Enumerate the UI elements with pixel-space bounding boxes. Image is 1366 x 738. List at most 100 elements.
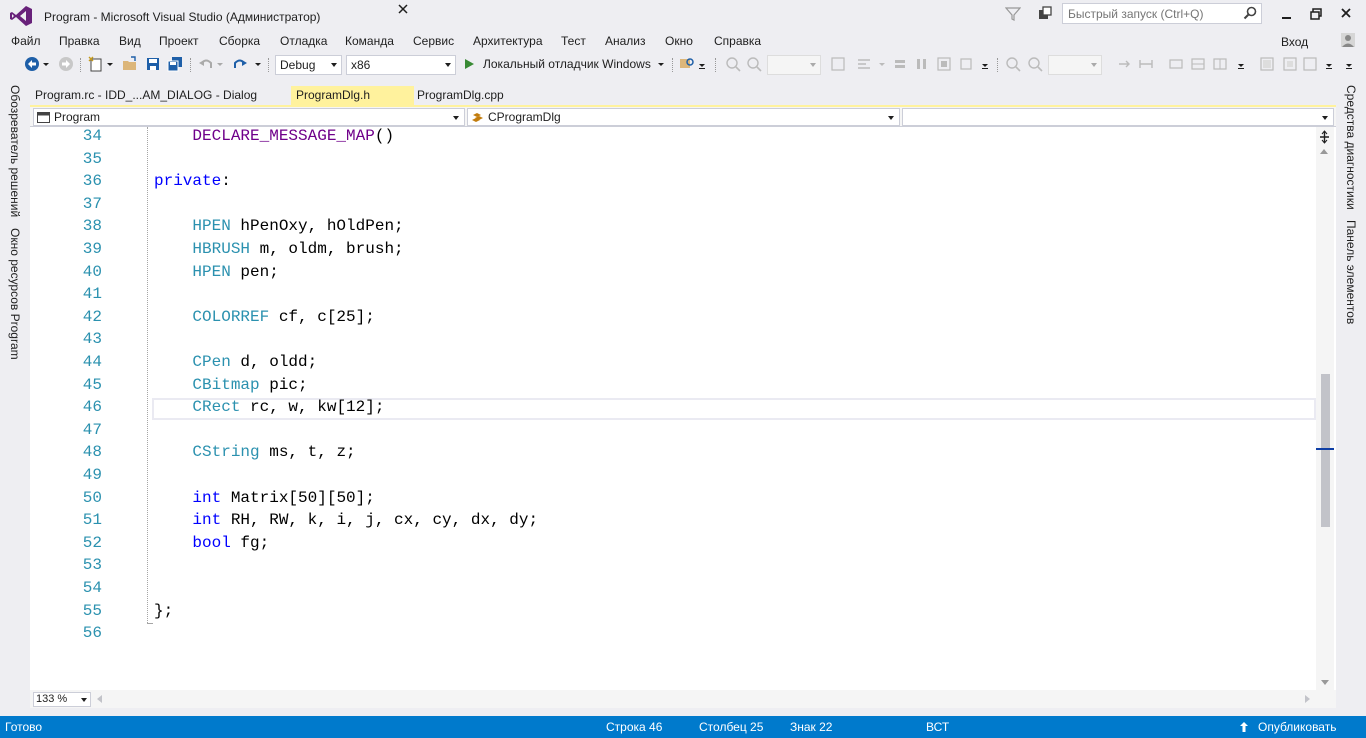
new-project-icon[interactable] — [88, 56, 104, 72]
minimize-button[interactable] — [1273, 4, 1299, 24]
code-line[interactable]: 56 — [30, 624, 1320, 646]
menu-file[interactable]: Файл — [11, 34, 41, 48]
align-tops-icon[interactable] — [1282, 56, 1298, 72]
code-line[interactable]: 35 — [30, 150, 1320, 172]
scope-select[interactable]: CProgramDlg — [467, 108, 900, 126]
tab-order-icon[interactable] — [1212, 56, 1228, 72]
feedback-filter-icon[interactable] — [1005, 6, 1021, 22]
code-line[interactable]: 49 — [30, 466, 1320, 488]
layout-icon[interactable] — [830, 56, 846, 72]
diagnostic-tools-tab[interactable]: Средства диагностики — [1344, 85, 1358, 210]
code-line[interactable]: 50 int Matrix[50][50]; — [30, 489, 1320, 511]
menu-test[interactable]: Тест — [561, 34, 586, 48]
project-select[interactable]: Program — [33, 108, 465, 126]
scroll-left-arrow-icon[interactable] — [97, 695, 102, 703]
make-same-size-icon[interactable] — [936, 56, 952, 72]
code-line[interactable]: 44 CPen d, oldd; — [30, 353, 1320, 375]
toolbar-overflow-icon[interactable] — [697, 56, 707, 72]
save-icon[interactable] — [145, 56, 161, 72]
find-in-files-icon[interactable] — [679, 56, 695, 72]
size-to-content-icon[interactable] — [958, 56, 974, 72]
horizontal-scrollbar[interactable] — [30, 690, 1336, 708]
toolbox-tab[interactable]: Панель элементов — [1344, 220, 1358, 324]
resize-icon[interactable] — [1138, 56, 1154, 72]
align-icon[interactable] — [856, 56, 872, 72]
code-line[interactable]: 39 HBRUSH m, oldm, brush; — [30, 240, 1320, 262]
scroll-up-arrow-icon[interactable] — [1320, 149, 1328, 154]
code-line[interactable]: 55}; — [30, 602, 1320, 624]
toolbar-overflow-icon[interactable] — [980, 56, 990, 72]
zoom-select[interactable]: 133 % — [33, 692, 91, 707]
publish-arrow-icon[interactable] — [1238, 721, 1250, 733]
navigate-back-icon[interactable] — [24, 56, 40, 72]
make-same-width-icon[interactable] — [892, 56, 908, 72]
align-lefts-icon[interactable] — [1259, 56, 1275, 72]
resource-view-tab[interactable]: Окно ресурсов Program — [8, 228, 22, 360]
zoom-out-icon[interactable] — [1027, 56, 1043, 72]
code-line[interactable]: 47 — [30, 421, 1320, 443]
start-debugging-icon[interactable] — [463, 56, 475, 72]
redo-icon[interactable] — [232, 56, 248, 72]
navigate-forward-icon[interactable] — [58, 56, 74, 72]
align-rights-icon[interactable] — [1302, 56, 1318, 72]
toolbar-overflow-icon[interactable] — [1344, 56, 1354, 72]
menu-help[interactable]: Справка — [714, 34, 761, 48]
restore-button[interactable] — [1303, 4, 1329, 24]
zoom-level-select[interactable] — [767, 55, 821, 75]
code-line[interactable]: 36 private: — [30, 172, 1320, 194]
code-line[interactable]: 38 HPEN hPenOxy, hOldPen; — [30, 217, 1320, 239]
zoom-in-icon[interactable] — [725, 56, 741, 72]
code-line[interactable]: 37 — [30, 195, 1320, 217]
menu-edit[interactable]: Правка — [59, 34, 100, 48]
tab-program-rc[interactable]: Program.rc - IDD_...AM_DIALOG - Dialog — [30, 86, 288, 105]
scroll-down-arrow-icon[interactable] — [1321, 680, 1329, 685]
chevron-down-icon[interactable] — [216, 56, 224, 72]
quick-launch-box[interactable] — [1062, 3, 1262, 24]
code-line[interactable]: 46 CRect rc, w, kw[12]; — [30, 398, 1320, 421]
menu-team[interactable]: Команда — [345, 34, 394, 48]
sign-in-link[interactable]: Вход — [1281, 35, 1308, 49]
menu-analyze[interactable]: Анализ — [605, 34, 646, 48]
menu-view[interactable]: Вид — [119, 34, 141, 48]
open-file-icon[interactable] — [122, 56, 138, 72]
code-line[interactable]: 52 bool fg; — [30, 534, 1320, 556]
zoom-level-select[interactable] — [1048, 55, 1102, 75]
code-line[interactable]: 54 — [30, 579, 1320, 601]
quick-launch-input[interactable] — [1063, 4, 1239, 23]
toolbar-overflow-icon[interactable] — [1236, 56, 1246, 72]
tab-programdlg-h[interactable]: ProgramDlg.h — [291, 86, 414, 105]
notifications-icon[interactable] — [1037, 6, 1053, 22]
code-line[interactable]: 42 COLORREF cf, c[25]; — [30, 308, 1320, 330]
chevron-down-icon[interactable] — [878, 56, 886, 72]
solution-configuration-select[interactable]: Debug — [275, 55, 342, 75]
publish-button[interactable]: Опубликовать — [1258, 720, 1336, 734]
code-line[interactable]: 45 CBitmap pic; — [30, 376, 1320, 398]
code-line[interactable]: 48 CString ms, t, z; — [30, 443, 1320, 465]
code-line[interactable]: 41 — [30, 285, 1320, 307]
tab-programdlg-cpp[interactable]: ProgramDlg.cpp — [412, 86, 542, 105]
menu-architecture[interactable]: Архитектура — [473, 34, 543, 48]
search-icon[interactable] — [1243, 6, 1257, 20]
account-icon[interactable] — [1340, 32, 1356, 48]
menu-debug[interactable]: Отладка — [280, 34, 327, 48]
zoom-out-icon[interactable] — [746, 56, 762, 72]
menu-build[interactable]: Сборка — [219, 34, 260, 48]
split-window-icon[interactable] — [1318, 130, 1331, 144]
zoom-in-icon[interactable] — [1005, 56, 1021, 72]
code-line[interactable]: 40 HPEN pen; — [30, 263, 1320, 285]
code-area[interactable]: 34 DECLARE_MESSAGE_MAP() 35 36 private: 37 38… — [30, 127, 1320, 690]
grid-icon[interactable] — [1168, 56, 1184, 72]
chevron-down-icon[interactable] — [254, 56, 262, 72]
code-line[interactable]: 34 DECLARE_MESSAGE_MAP() — [30, 127, 1320, 149]
toolbar-overflow-icon[interactable] — [1324, 56, 1334, 72]
menu-tools[interactable]: Сервис — [413, 34, 454, 48]
close-icon[interactable] — [397, 3, 409, 15]
chevron-down-icon[interactable] — [42, 56, 50, 72]
solution-platform-select[interactable]: x86 — [346, 55, 456, 75]
solution-explorer-tab[interactable]: Обозреватель решений — [8, 85, 22, 217]
menu-window[interactable]: Окно — [665, 34, 693, 48]
code-line[interactable]: 51 int RH, RW, k, i, j, cx, cy, dx, dy; — [30, 511, 1320, 533]
code-line[interactable]: 43 — [30, 330, 1320, 352]
menu-project[interactable]: Проект — [159, 34, 199, 48]
scroll-right-arrow-icon[interactable] — [1305, 695, 1310, 703]
